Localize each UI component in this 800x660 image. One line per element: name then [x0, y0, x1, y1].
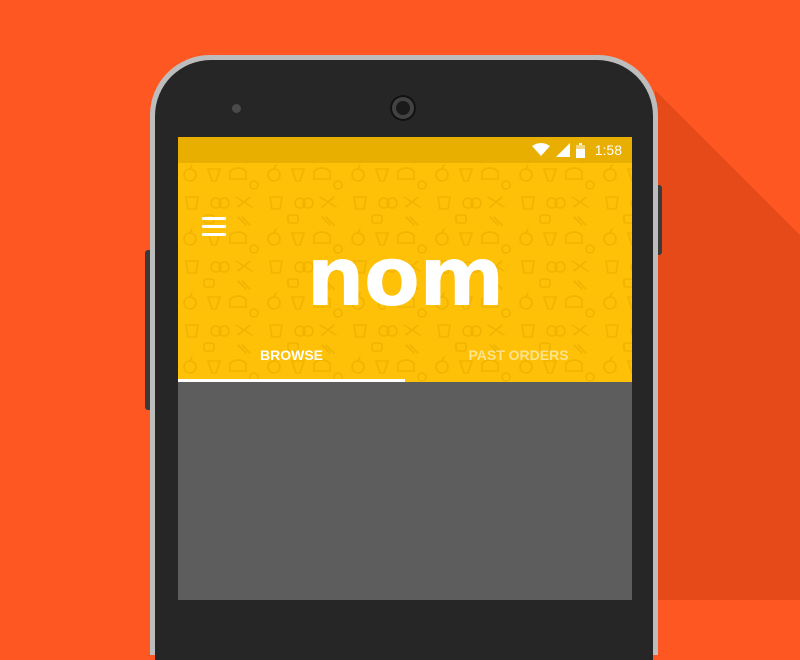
proximity-sensor — [232, 104, 241, 113]
content-area — [178, 382, 632, 600]
cell-signal-icon — [555, 143, 570, 157]
tab-browse[interactable]: BROWSE — [178, 337, 405, 382]
status-time: 1:58 — [594, 142, 622, 158]
wifi-icon — [531, 143, 550, 156]
app-logo: nom — [306, 230, 504, 325]
front-camera — [390, 95, 416, 121]
tab-past-orders[interactable]: PAST ORDERS — [405, 337, 632, 382]
battery-icon — [575, 142, 585, 158]
status-bar: 1:58 — [178, 137, 632, 163]
phone-screen: 1:58 nom BROWSE PAST ORDERS — [178, 137, 632, 600]
status-icons: 1:58 — [531, 137, 622, 163]
tab-bar: BROWSE PAST ORDERS — [178, 337, 632, 382]
